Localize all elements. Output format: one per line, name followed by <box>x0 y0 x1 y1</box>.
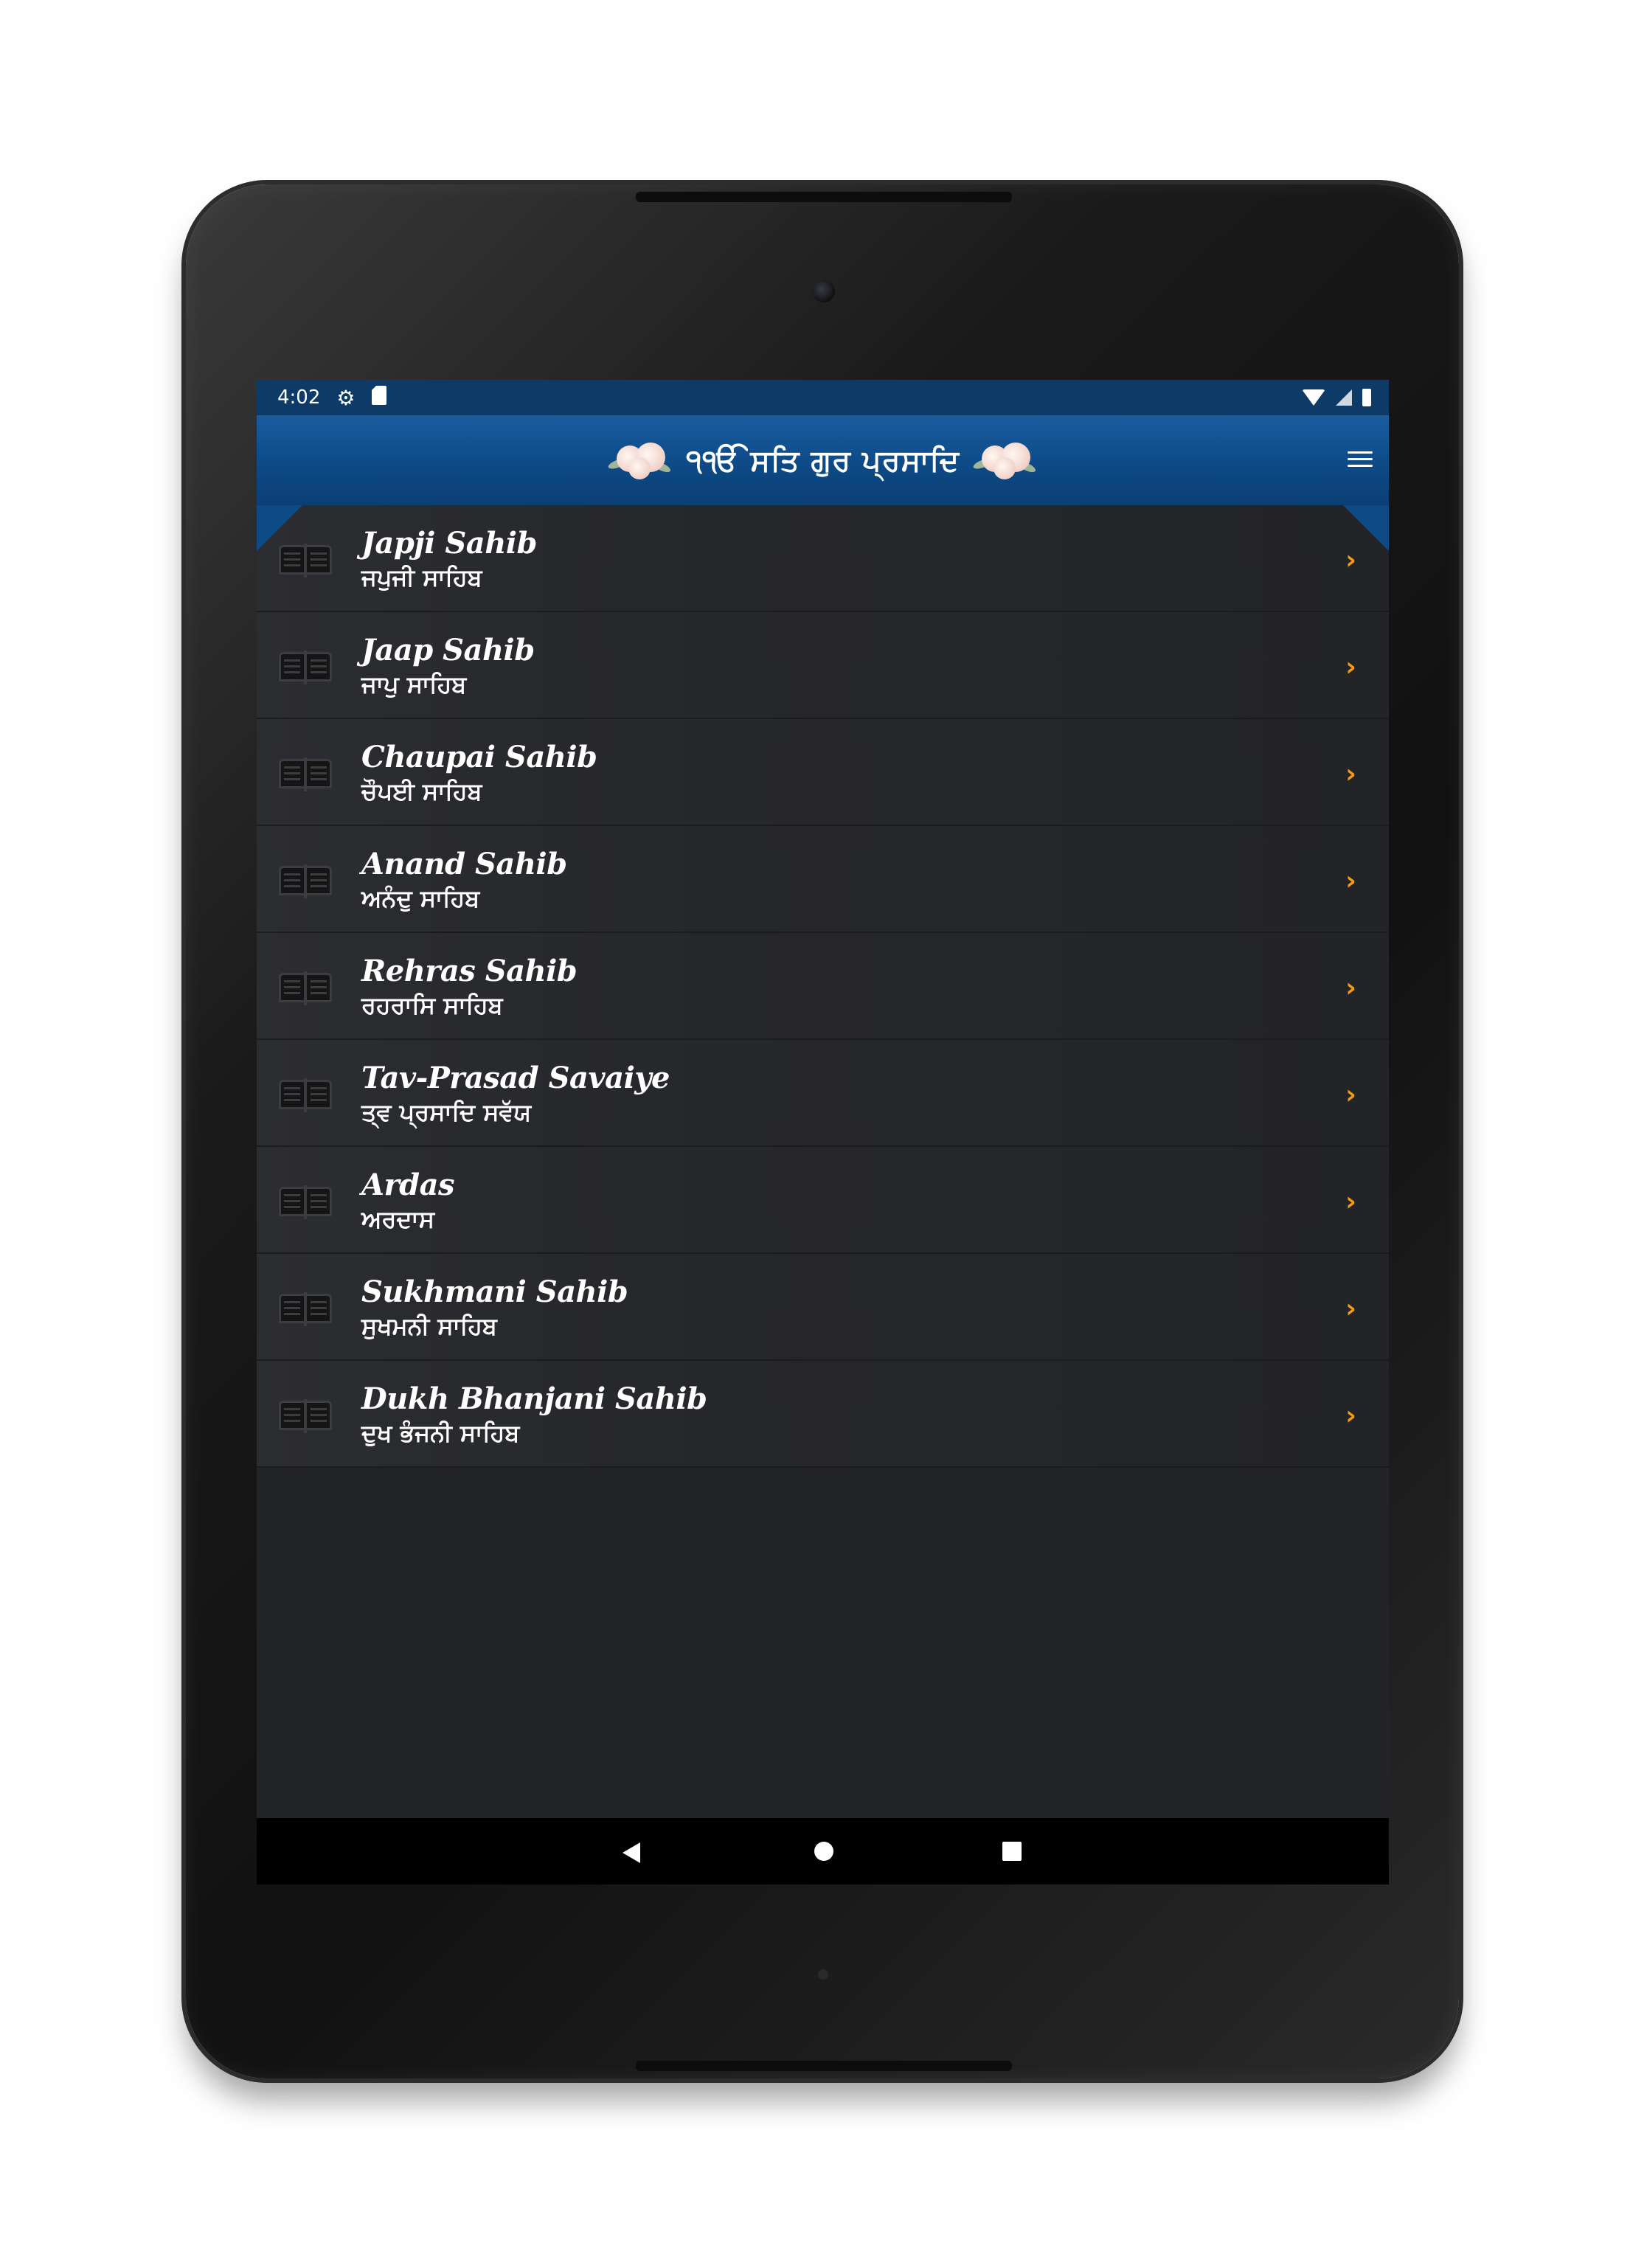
bani-text: Anand Sahib ਅਨੰਦੁ ਸਾਹਿਬ <box>361 847 567 913</box>
back-icon[interactable] <box>623 1842 640 1863</box>
bani-title: Tav-Prasad Savaiye <box>361 1061 670 1095</box>
bani-subtitle: ਚੌਪਈ ਸਾਹਿਬ <box>361 777 482 805</box>
bani-text: Ardas ਅਰਦਾਸ <box>361 1168 455 1234</box>
flower-left-icon <box>606 438 674 482</box>
bani-list-item[interactable]: Sukhmani Sahib ਸੁਖਮਨੀ ਸਾਹਿਬ › <box>257 1254 1389 1361</box>
bani-title: Jaap Sahib <box>361 633 535 667</box>
bani-text: Jaap Sahib ਜਾਪੁ ਸਾਹਿਬ <box>361 633 535 699</box>
bani-title: Anand Sahib <box>361 847 567 881</box>
chevron-right-icon: › <box>1345 1187 1356 1217</box>
hamburger-menu-icon[interactable] <box>1342 440 1379 477</box>
bani-subtitle: ਰਹਰਾਸਿ ਸਾਹਿਬ <box>361 991 503 1019</box>
book-icon <box>279 1184 332 1219</box>
bani-subtitle: ਸੁਖਮਨੀ ਸਾਹਿਬ <box>361 1312 497 1340</box>
bani-list-item[interactable]: Japji Sahib ਜਪੁਜੀ ਸਾਹਿਬ › <box>257 505 1389 612</box>
header-corner-right <box>1343 505 1389 551</box>
bani-title: Japji Sahib <box>361 526 537 561</box>
bani-text: Tav-Prasad Savaiye ਤ੍ਵ ਪ੍ਰਸਾਦਿ ਸਵੱਯ <box>361 1061 670 1127</box>
book-icon <box>279 1077 332 1112</box>
bani-text: Rehras Sahib ਰਹਰਾਸਿ ਸਾਹਿਬ <box>361 954 578 1020</box>
bani-title: Sukhmani Sahib <box>361 1275 628 1309</box>
bani-list-item[interactable]: Ardas ਅਰਦਾਸ › <box>257 1147 1389 1254</box>
bani-subtitle: ਅਰਦਾਸ <box>361 1205 435 1233</box>
settings-icon: ⚙ <box>336 385 356 410</box>
book-icon <box>279 756 332 791</box>
bani-text: Chaupai Sahib ਚੌਪਈ ਸਾਹਿਬ <box>361 740 597 806</box>
book-icon <box>279 649 332 684</box>
app-screen: 4:02 ⚙ ੧ੴ ਸਤਿ ਗੁਰ ਪ੍ਰਸਾਦਿ Japji Sahib ਜਪ… <box>257 380 1389 1884</box>
bani-title: Ardas <box>361 1168 455 1202</box>
book-icon <box>279 863 332 898</box>
battery-icon <box>1362 389 1371 406</box>
book-icon <box>279 970 332 1005</box>
wifi-icon <box>1302 389 1325 406</box>
bani-list-item[interactable]: Anand Sahib ਅਨੰਦੁ ਸਾਹਿਬ › <box>257 826 1389 933</box>
bani-list-item[interactable]: Chaupai Sahib ਚੌਪਈ ਸਾਹਿਬ › <box>257 719 1389 826</box>
microphone-hole <box>818 1969 828 1980</box>
bani-list-item[interactable]: Rehras Sahib ਰਹਰਾਸਿ ਸਾਹਿਬ › <box>257 933 1389 1040</box>
bani-text: Sukhmani Sahib ਸੁਖਮਨੀ ਸਾਹਿਬ <box>361 1275 628 1341</box>
chevron-right-icon: › <box>1345 866 1356 896</box>
bani-list: Japji Sahib ਜਪੁਜੀ ਸਾਹਿਬ › Jaap Sahib ਜਾਪ… <box>257 505 1389 1468</box>
bani-text: Japji Sahib ਜਪੁਜੀ ਸਾਹਿਬ <box>361 526 537 592</box>
system-nav-bar <box>257 1818 1389 1884</box>
signal-icon <box>1336 389 1352 406</box>
book-icon <box>279 1291 332 1326</box>
chevron-right-icon: › <box>1345 759 1356 789</box>
bani-subtitle: ਦੁਖ ਭੰਜਨੀ ਸਾਹਿਬ <box>361 1419 520 1447</box>
app-title: ੧ੴ ਸਤਿ ਗੁਰ ਪ੍ਰਸਾਦਿ <box>686 443 960 478</box>
chevron-right-icon: › <box>1345 652 1356 682</box>
chevron-right-icon: › <box>1345 1080 1356 1110</box>
bani-subtitle: ਅਨੰਦੁ ਸਾਹਿਬ <box>361 884 480 912</box>
book-icon <box>279 1398 332 1433</box>
bani-title: Chaupai Sahib <box>361 740 597 774</box>
bani-subtitle: ਤ੍ਵ ਪ੍ਰਸਾਦਿ ਸਵੱਯ <box>361 1098 532 1126</box>
app-bar: ੧ੴ ਸਤਿ ਗੁਰ ਪ੍ਰਸਾਦਿ <box>257 415 1389 505</box>
chevron-right-icon: › <box>1345 1294 1356 1324</box>
chevron-right-icon: › <box>1345 1401 1356 1431</box>
sd-card-icon <box>371 385 386 410</box>
bani-list-item[interactable]: Tav-Prasad Savaiye ਤ੍ਵ ਪ੍ਰਸਾਦਿ ਸਵੱਯ › <box>257 1040 1389 1147</box>
bani-subtitle: ਜਪੁਜੀ ਸਾਹਿਬ <box>361 563 482 592</box>
flower-right-icon <box>971 438 1039 482</box>
bani-list-item[interactable]: Jaap Sahib ਜਾਪੁ ਸਾਹਿਬ › <box>257 612 1389 719</box>
bani-list-item[interactable]: Dukh Bhanjani Sahib ਦੁਖ ਭੰਜਨੀ ਸਾਹਿਬ › <box>257 1361 1389 1468</box>
bani-text: Dukh Bhanjani Sahib ਦੁਖ ਭੰਜਨੀ ਸਾਹਿਬ <box>361 1381 707 1448</box>
app-title-group: ੧ੴ ਸਤਿ ਗੁਰ ਪ੍ਰਸਾਦਿ <box>606 438 1039 482</box>
chevron-right-icon: › <box>1345 973 1356 1003</box>
bani-title: Dukh Bhanjani Sahib <box>361 1381 707 1416</box>
bani-subtitle: ਜਾਪੁ ਸਾਹਿਬ <box>361 670 467 698</box>
recents-icon[interactable] <box>1002 1842 1022 1861</box>
front-camera <box>813 280 835 302</box>
header-corner-left <box>257 505 302 551</box>
bottom-speaker-grille <box>636 2061 1012 2071</box>
home-icon[interactable] <box>814 1842 833 1861</box>
status-bar: 4:02 ⚙ <box>257 380 1389 415</box>
status-time: 4:02 <box>277 386 321 409</box>
top-speaker-grille <box>636 192 1012 202</box>
bani-title: Rehras Sahib <box>361 954 578 988</box>
